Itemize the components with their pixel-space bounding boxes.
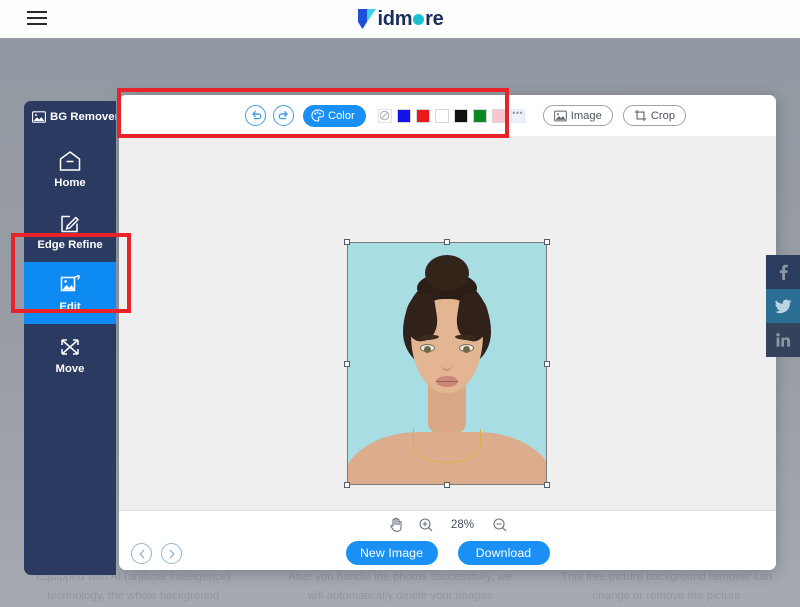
site-header: id m re bbox=[0, 0, 800, 38]
editor-footer: New Image Download bbox=[119, 538, 776, 570]
resize-handle[interactable] bbox=[544, 239, 550, 245]
resize-handle[interactable] bbox=[344, 361, 350, 367]
resize-handle[interactable] bbox=[444, 482, 450, 488]
swatch-more-button[interactable]: ••• bbox=[511, 109, 525, 123]
photo-icon bbox=[32, 111, 46, 123]
crop-icon bbox=[634, 109, 647, 122]
resize-handle[interactable] bbox=[544, 482, 550, 488]
undo-button[interactable] bbox=[245, 105, 266, 126]
redo-button[interactable] bbox=[273, 105, 294, 126]
edited-image[interactable] bbox=[347, 242, 547, 485]
sidebar-item-edit[interactable]: Edit bbox=[24, 262, 116, 324]
brand-name: id m re bbox=[378, 8, 444, 31]
hand-pan-icon bbox=[389, 517, 403, 532]
zoom-in-icon bbox=[419, 518, 433, 532]
image-button-label: Image bbox=[571, 110, 602, 122]
image-background-button[interactable]: Image bbox=[543, 105, 613, 126]
sidebar-item-label: Edit bbox=[59, 301, 80, 313]
image-edit-icon bbox=[58, 274, 82, 296]
app-sidebar: BG Remover Home Edge Refine bbox=[24, 101, 116, 575]
no-color-icon bbox=[379, 110, 390, 121]
zoom-out-icon bbox=[493, 518, 507, 532]
linkedin-share-button[interactable] bbox=[766, 323, 800, 357]
vidmore-logo-icon bbox=[357, 8, 377, 30]
portrait-illustration bbox=[348, 243, 546, 484]
palette-icon bbox=[311, 109, 324, 122]
pencil-square-icon bbox=[58, 212, 82, 234]
move-arrows-icon bbox=[58, 336, 82, 358]
bg-remover-window: Color ••• bbox=[119, 95, 776, 570]
portrait-eye-right bbox=[459, 344, 474, 352]
sidebar-item-label: Home bbox=[54, 177, 85, 189]
social-share-rail bbox=[766, 255, 800, 357]
redo-arrow-icon bbox=[278, 110, 290, 122]
editor-toolbar: Color ••• bbox=[235, 95, 776, 137]
swatch-red[interactable] bbox=[416, 109, 430, 123]
resize-handle[interactable] bbox=[344, 482, 350, 488]
sidebar-title-label: BG Remover bbox=[50, 111, 116, 123]
twitter-share-button[interactable] bbox=[766, 289, 800, 323]
brand-o-dot bbox=[413, 14, 424, 25]
photo-icon bbox=[554, 110, 567, 122]
undo-arrow-icon bbox=[250, 110, 262, 122]
resize-handle[interactable] bbox=[444, 239, 450, 245]
zoom-in-button[interactable] bbox=[419, 518, 433, 532]
sidebar-item-label: Move bbox=[56, 363, 85, 375]
editor-canvas[interactable] bbox=[119, 137, 776, 511]
resize-handle[interactable] bbox=[544, 361, 550, 367]
sidebar-title: BG Remover bbox=[24, 106, 116, 128]
swatch-pink[interactable] bbox=[492, 109, 506, 123]
swatch-white[interactable] bbox=[435, 109, 449, 123]
sidebar-item-edge-refine[interactable]: Edge Refine bbox=[24, 200, 116, 262]
sidebar-item-label: Edge Refine bbox=[37, 239, 102, 251]
image-selection-frame[interactable] bbox=[347, 242, 547, 485]
facebook-share-button[interactable] bbox=[766, 255, 800, 289]
crop-button[interactable]: Crop bbox=[623, 105, 686, 126]
home-icon bbox=[58, 150, 82, 172]
portrait-hair-bun bbox=[425, 255, 469, 291]
zoom-level-value: 28% bbox=[449, 518, 477, 531]
portrait-nose bbox=[441, 355, 453, 371]
color-mode-label: Color bbox=[328, 110, 355, 122]
resize-handle[interactable] bbox=[344, 239, 350, 245]
color-mode-button[interactable]: Color bbox=[303, 105, 366, 127]
swatch-black[interactable] bbox=[454, 109, 468, 123]
linkedin-icon bbox=[776, 333, 791, 347]
sidebar-item-move[interactable]: Move bbox=[24, 324, 116, 386]
zoom-controls: 28% bbox=[119, 511, 776, 538]
hand-pan-tool-button[interactable] bbox=[389, 517, 403, 532]
swatch-transparent[interactable] bbox=[378, 109, 392, 123]
sidebar-item-home[interactable]: Home bbox=[24, 138, 116, 200]
brand-logo[interactable]: id m re bbox=[0, 0, 800, 38]
portrait-lip-line bbox=[436, 381, 458, 382]
zoom-out-button[interactable] bbox=[493, 518, 507, 532]
download-button[interactable]: Download bbox=[458, 541, 550, 565]
brand-name-b: m bbox=[395, 8, 412, 31]
screen: id m re Equipped with AI (artificial int… bbox=[0, 0, 800, 607]
new-image-button[interactable]: New Image bbox=[346, 541, 438, 565]
swatch-blue[interactable] bbox=[397, 109, 411, 123]
portrait-iris-right bbox=[463, 346, 470, 353]
swatch-green[interactable] bbox=[473, 109, 487, 123]
footer-action-buttons: New Image Download bbox=[119, 541, 776, 565]
brand-name-c: re bbox=[425, 8, 443, 31]
portrait-necklace bbox=[413, 429, 481, 463]
portrait-iris-left bbox=[424, 346, 431, 353]
brand-name-a: id bbox=[378, 8, 395, 31]
portrait-eye-left bbox=[420, 344, 435, 352]
sidebar-nav: Home Edge Refine Edit bbox=[24, 138, 116, 386]
facebook-icon bbox=[779, 264, 788, 280]
crop-button-label: Crop bbox=[651, 110, 675, 122]
twitter-icon bbox=[775, 299, 792, 314]
color-swatch-list: ••• bbox=[378, 109, 525, 123]
